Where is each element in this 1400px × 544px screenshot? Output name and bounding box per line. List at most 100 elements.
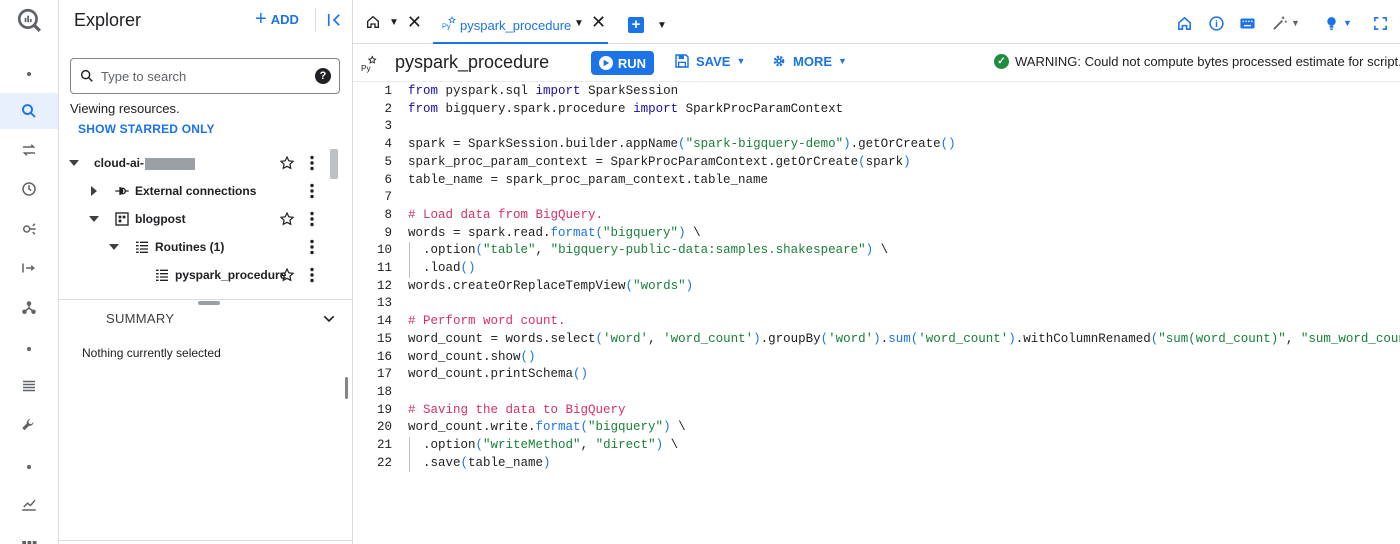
- star-icon[interactable]: [279, 267, 295, 283]
- wrench-icon[interactable]: [0, 407, 58, 443]
- search-input[interactable]: [101, 68, 311, 84]
- code-token: spark_proc_param_context = SparkProcPara…: [408, 154, 859, 169]
- tree-item-project[interactable]: cloud-ai-: [59, 149, 329, 177]
- graph-icon[interactable]: [0, 290, 58, 326]
- chevron-right-icon[interactable]: [88, 185, 100, 197]
- tab-home[interactable]: ▼ ✕: [365, 13, 422, 31]
- code-line: # Saving the data to BigQuery: [408, 402, 626, 420]
- more-vert-icon[interactable]: [306, 239, 318, 255]
- code-token: import: [535, 84, 581, 98]
- more-vert-icon[interactable]: [306, 155, 318, 171]
- line-number: 2: [384, 101, 392, 116]
- run-button[interactable]: RUN: [591, 51, 654, 75]
- line-number: 7: [384, 190, 392, 205]
- panel-resize-grip[interactable]: [345, 377, 348, 399]
- code-editor[interactable]: 1 2 3 4 5 6 7 8 9 10 11 12 13 14 15 16 17 18 19 20 21 22 from…: [353, 82, 1400, 544]
- star-icon[interactable]: [279, 155, 295, 171]
- line-number: 21: [376, 438, 392, 452]
- magic-wand-icon[interactable]: ▼: [1271, 14, 1300, 32]
- info-icon[interactable]: [1208, 14, 1225, 32]
- code-token: table_name: [468, 455, 544, 470]
- line-number: 9: [384, 225, 392, 240]
- line-number: 3: [384, 119, 392, 134]
- show-starred-only-link[interactable]: SHOW STARRED ONLY: [78, 122, 215, 136]
- code-token: .groupBy: [760, 331, 821, 346]
- code-line: words = spark.read.format("bigquery") \: [408, 225, 701, 243]
- tree-item-label: cloud-ai-: [94, 156, 195, 170]
- tree-item-procedure[interactable]: pyspark_procedure: [59, 261, 329, 289]
- tab-pyspark-procedure[interactable]: Py pyspark_procedure ▼ ✕: [433, 0, 608, 44]
- star-icon[interactable]: [279, 211, 295, 227]
- svg-text:Py: Py: [442, 21, 451, 30]
- code-token: words = spark.read.: [408, 225, 551, 240]
- more-vert-icon[interactable]: [306, 267, 318, 283]
- line-number: 1: [384, 84, 392, 98]
- code-token: (: [595, 331, 604, 346]
- divider: [315, 8, 316, 32]
- code-token: # Saving the data to BigQuery: [408, 402, 626, 417]
- more-button[interactable]: MORE ▼: [771, 53, 847, 69]
- code-token: ,: [580, 438, 596, 452]
- code-token: .save: [408, 455, 461, 470]
- chevron-down-icon[interactable]: [108, 241, 120, 253]
- tree-item-label: blogpost: [135, 212, 186, 226]
- new-tab-button[interactable]: +: [628, 17, 644, 33]
- code-token: (: [858, 154, 866, 169]
- chevron-down-icon[interactable]: [88, 213, 100, 225]
- dropdown-arrow-icon[interactable]: ▼: [389, 17, 399, 28]
- grid-icon[interactable]: [0, 526, 58, 544]
- history-icon[interactable]: [0, 171, 58, 207]
- analytics-hub-icon[interactable]: [0, 211, 58, 247]
- fullscreen-icon[interactable]: [1372, 14, 1389, 32]
- editor-toolbar: Py pyspark_procedure RUN SAVE ▼ MORE ▼ ✓…: [353, 44, 1400, 82]
- indent-guide: [409, 437, 410, 473]
- search-box[interactable]: ?: [70, 58, 340, 94]
- chevron-down-icon[interactable]: [321, 311, 337, 327]
- resize-handle[interactable]: [198, 301, 220, 305]
- code-token: (: [820, 331, 829, 346]
- code-token: ): [903, 154, 911, 169]
- more-vert-icon[interactable]: [306, 183, 318, 199]
- code-token: 'word': [603, 331, 649, 346]
- code-token: ): [663, 420, 671, 435]
- line-number: 11: [376, 261, 392, 275]
- collapse-panel-icon[interactable]: [325, 11, 343, 29]
- dropdown-arrow-icon[interactable]: ▼: [574, 18, 584, 29]
- help-icon[interactable]: ?: [315, 68, 331, 84]
- dropdown-arrow-icon[interactable]: ▼: [657, 20, 667, 31]
- add-button[interactable]: + ADD: [255, 9, 299, 29]
- keyboard-icon[interactable]: [1239, 14, 1256, 32]
- dataflow-icon[interactable]: [0, 250, 58, 286]
- close-icon[interactable]: ✕: [407, 13, 422, 31]
- home-icon[interactable]: [1176, 14, 1193, 32]
- chevron-down-icon[interactable]: [68, 157, 80, 169]
- chart-icon[interactable]: [0, 486, 58, 522]
- save-button[interactable]: SAVE ▼: [674, 53, 745, 69]
- code-line: from pyspark.sql import SparkSession: [408, 83, 678, 101]
- search-icon[interactable]: [0, 93, 58, 129]
- code-token: .load: [408, 261, 461, 275]
- tree-scrollbar[interactable]: [330, 149, 338, 179]
- list-icon[interactable]: [0, 368, 58, 404]
- line-number: 6: [384, 172, 392, 187]
- bigquery-logo-icon[interactable]: [0, 2, 58, 38]
- validation-status: ✓ WARNING: Could not compute bytes proce…: [994, 54, 1400, 69]
- transfers-icon[interactable]: [0, 132, 58, 168]
- save-icon: [675, 54, 689, 68]
- code-line: word_count.show(): [408, 349, 536, 367]
- code-token: (): [460, 261, 476, 275]
- close-icon[interactable]: ✕: [591, 13, 606, 31]
- code-token: "bigquery-public-data:samples.shakespear…: [550, 243, 866, 258]
- tree-item-dataset[interactable]: blogpost: [59, 205, 329, 233]
- code-line: spark = SparkSession.builder.appName("sp…: [408, 136, 956, 154]
- code-line: table_name = spark_proc_param_context.ta…: [408, 172, 768, 190]
- tree-item-external-connections[interactable]: External connections: [59, 177, 329, 205]
- tree-item-routines[interactable]: Routines (1): [59, 233, 329, 261]
- code-token: word_count = words.select: [408, 331, 596, 346]
- code-token: (: [475, 243, 484, 258]
- code-token: spark: [865, 154, 904, 169]
- lightbulb-icon[interactable]: ▼: [1323, 14, 1352, 32]
- more-vert-icon[interactable]: [306, 211, 318, 227]
- code-token: ): [543, 455, 551, 470]
- code-token: from: [408, 101, 439, 116]
